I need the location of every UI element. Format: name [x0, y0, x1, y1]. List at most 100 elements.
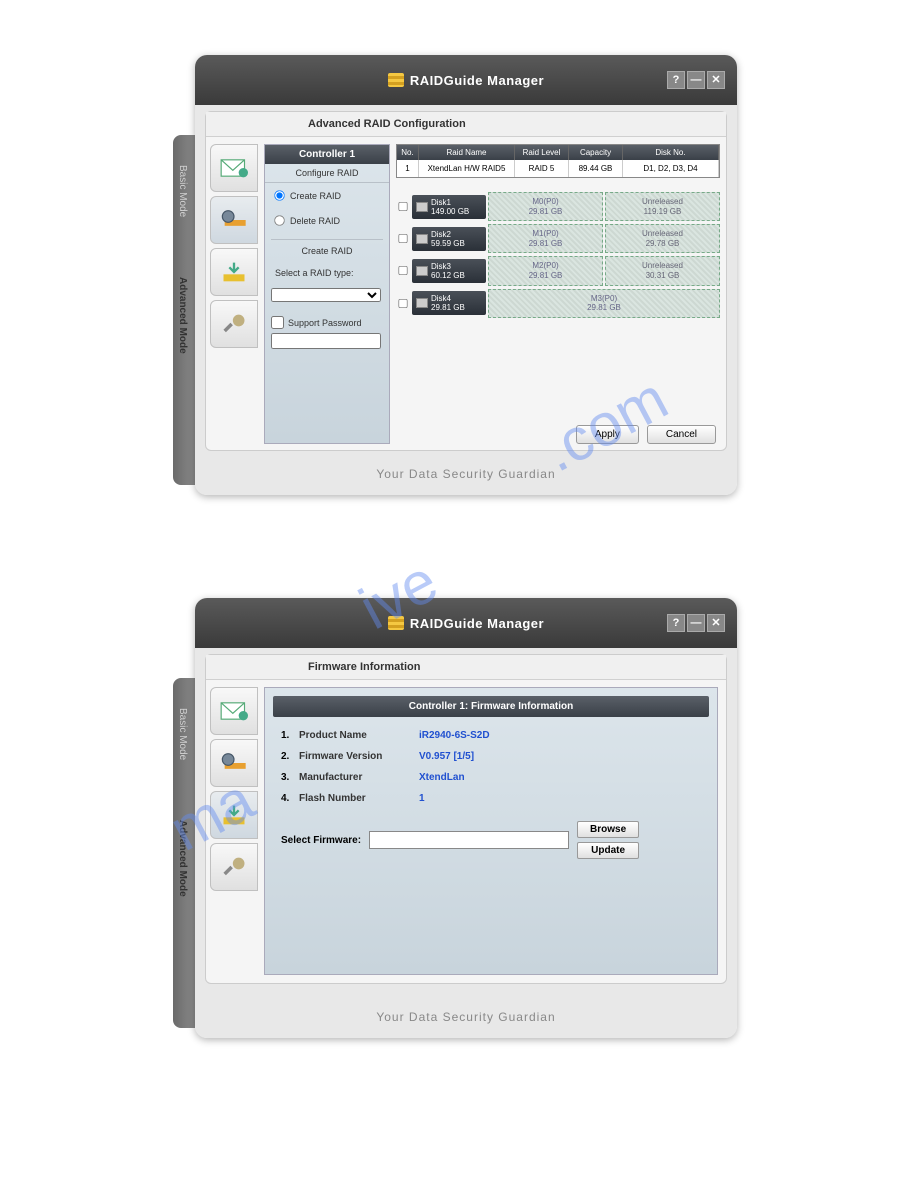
raid-config-window: RAIDGuide Manager ? — ✕ Advanced RAID Co… — [195, 55, 737, 495]
password-input[interactable] — [271, 333, 381, 349]
content-area: Firmware Information Controller 1: Firmw… — [205, 654, 727, 984]
help-button[interactable]: ? — [667, 71, 685, 89]
disk-icon — [416, 298, 428, 308]
app-title: RAIDGuide Manager — [410, 616, 544, 631]
support-password-label: Support Password — [288, 318, 362, 328]
row-num: 4. — [281, 793, 299, 804]
row-num: 2. — [281, 751, 299, 762]
firmware-row: 4.Flash Number1 — [273, 788, 709, 809]
firmware-header: Controller 1: Firmware Information — [273, 696, 709, 717]
firmware-path-input[interactable] — [369, 831, 569, 849]
raid-table: No. Raid Name Raid Level Capacity Disk N… — [396, 144, 720, 178]
col-name: Raid Name — [419, 145, 515, 160]
disk-partition[interactable]: M1(P0)29.81 GB — [488, 224, 603, 253]
raid-type-select[interactable] — [271, 288, 381, 302]
disk-partition[interactable]: Unreleased29.78 GB — [605, 224, 720, 253]
close-button[interactable]: ✕ — [707, 614, 725, 632]
disk-partition[interactable]: M0(P0)29.81 GB — [488, 192, 603, 221]
disk-checkbox[interactable] — [398, 234, 408, 243]
nav-mail-tab[interactable] — [210, 144, 258, 192]
disk-label: Disk429.81 GB — [412, 291, 486, 315]
disk-row: Disk429.81 GBM3(P0)29.81 GB — [396, 289, 720, 318]
disk-label: Disk1149.00 GB — [412, 195, 486, 219]
row-num: 1. — [281, 730, 299, 741]
create-raid-label: Create RAID — [290, 191, 341, 201]
firmware-panel: Controller 1: Firmware Information 1.Pro… — [264, 687, 718, 975]
disk-checkbox[interactable] — [398, 299, 408, 308]
wrench-gear-icon — [220, 855, 248, 879]
config-panel: Controller 1 Configure RAID Create RAID … — [264, 144, 390, 444]
col-no: No. — [397, 145, 419, 160]
disk-label: Disk259.59 GB — [412, 227, 486, 251]
row-value: V0.957 [1/5] — [419, 751, 701, 762]
footer-slogan: Your Data Security Guardian — [195, 1010, 737, 1024]
section-title: Firmware Information — [206, 655, 726, 680]
row-value: XtendLan — [419, 772, 701, 783]
disk-checkbox[interactable] — [398, 202, 408, 211]
disk-partition[interactable]: M2(P0)29.81 GB — [488, 256, 603, 285]
disk-row: Disk259.59 GBM1(P0)29.81 GBUnreleased29.… — [396, 224, 720, 253]
basic-mode-tab[interactable]: Basic Mode — [173, 135, 192, 247]
nav-drive-tab[interactable] — [210, 791, 258, 839]
firmware-window: RAIDGuide Manager ? — ✕ Firmware Informa… — [195, 598, 737, 1038]
disk-label: Disk360.12 GB — [412, 259, 486, 283]
minimize-button[interactable]: — — [687, 71, 705, 89]
support-password-check[interactable] — [271, 316, 284, 329]
disk-partition[interactable]: Unreleased30.31 GB — [605, 256, 720, 285]
delete-raid-input[interactable] — [274, 215, 284, 225]
browse-button[interactable]: Browse — [577, 821, 639, 838]
advanced-mode-tab[interactable]: Advanced Mode — [173, 790, 192, 927]
nav-tools-tab[interactable] — [210, 300, 258, 348]
apply-button[interactable]: Apply — [576, 425, 639, 444]
delete-raid-label: Delete RAID — [290, 216, 340, 226]
drive-arrow-icon — [220, 260, 248, 284]
gear-disk-icon — [220, 751, 248, 775]
disk-icon — [416, 234, 428, 244]
delete-raid-radio[interactable]: Delete RAID — [265, 208, 389, 233]
nav-raid-tab[interactable] — [210, 196, 258, 244]
nav-mail-tab[interactable] — [210, 687, 258, 735]
create-raid-box-label: Create RAID — [271, 239, 383, 260]
row-label: Product Name — [299, 730, 419, 741]
nav-drive-tab[interactable] — [210, 248, 258, 296]
controller-header: Controller 1 — [265, 145, 389, 164]
titlebar: RAIDGuide Manager ? — ✕ — [195, 598, 737, 648]
app-logo-icon — [388, 73, 404, 87]
configure-raid-label: Configure RAID — [265, 164, 389, 183]
drive-arrow-icon — [220, 803, 248, 827]
disk-icon — [416, 266, 428, 276]
row-label: Manufacturer — [299, 772, 419, 783]
cell-level: RAID 5 — [515, 160, 569, 177]
create-raid-radio[interactable]: Create RAID — [265, 183, 389, 208]
cell-cap: 89.44 GB — [569, 160, 623, 177]
close-button[interactable]: ✕ — [707, 71, 725, 89]
select-firmware-label: Select Firmware: — [281, 835, 361, 846]
nav-raid-tab[interactable] — [210, 739, 258, 787]
update-button[interactable]: Update — [577, 842, 639, 859]
disk-row: Disk1149.00 GBM0(P0)29.81 GBUnreleased11… — [396, 192, 720, 221]
disk-icon — [416, 202, 428, 212]
firmware-row: 1.Product NameiR2940-6S-S2D — [273, 725, 709, 746]
envelope-icon — [220, 699, 248, 723]
firmware-row: 3.ManufacturerXtendLan — [273, 767, 709, 788]
cancel-button[interactable]: Cancel — [647, 425, 716, 444]
wrench-gear-icon — [220, 312, 248, 336]
disk-partition[interactable]: Unreleased119.19 GB — [605, 192, 720, 221]
envelope-icon — [220, 156, 248, 180]
row-label: Firmware Version — [299, 751, 419, 762]
cell-name: XtendLan H/W RAID5 — [419, 160, 515, 177]
advanced-mode-tab[interactable]: Advanced Mode — [173, 247, 192, 384]
row-num: 3. — [281, 772, 299, 783]
basic-mode-tab[interactable]: Basic Mode — [173, 678, 192, 790]
content-area: Advanced RAID Configuration Controller 1… — [205, 111, 727, 451]
disk-partition[interactable]: M3(P0)29.81 GB — [488, 289, 720, 318]
app-title: RAIDGuide Manager — [410, 73, 544, 88]
section-title: Advanced RAID Configuration — [206, 112, 726, 137]
help-button[interactable]: ? — [667, 614, 685, 632]
nav-tools-tab[interactable] — [210, 843, 258, 891]
minimize-button[interactable]: — — [687, 614, 705, 632]
row-label: Flash Number — [299, 793, 419, 804]
disk-checkbox[interactable] — [398, 266, 408, 275]
footer-slogan: Your Data Security Guardian — [195, 467, 737, 481]
create-raid-input[interactable] — [274, 190, 284, 200]
